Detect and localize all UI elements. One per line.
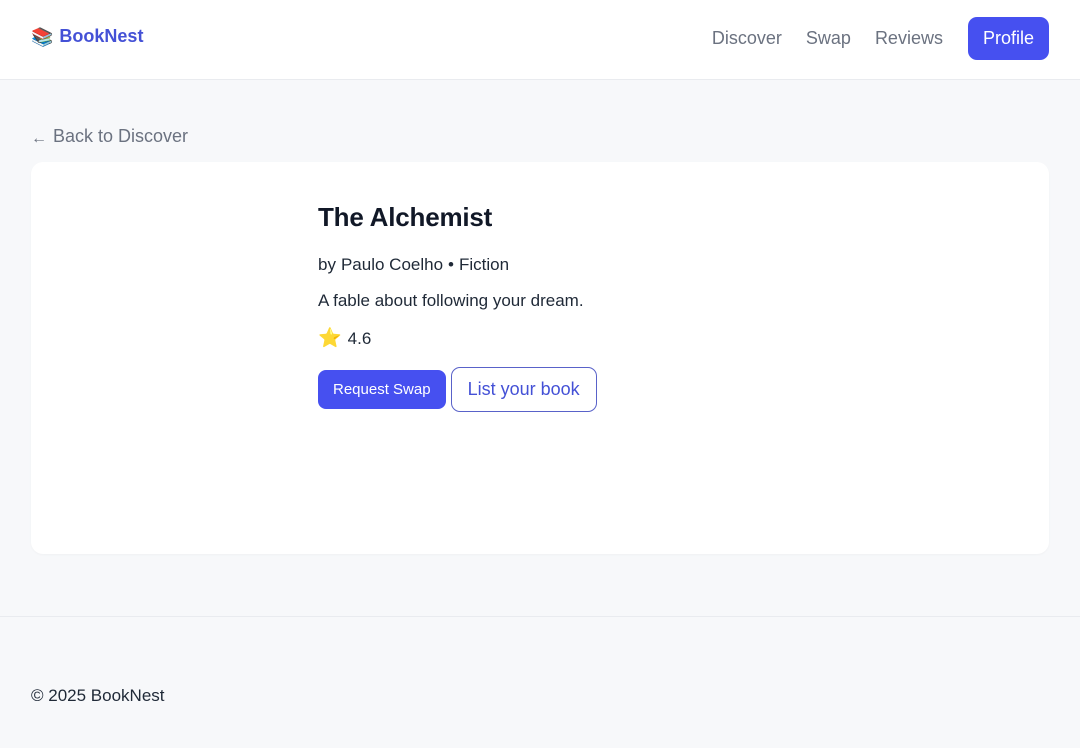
footer-copyright: © 2025 BookNest <box>31 686 165 705</box>
nav-swap-link[interactable]: Swap <box>806 28 851 49</box>
book-details: The Alchemist by Paulo Coelho • Fiction … <box>318 202 597 412</box>
star-icon: ⭐ <box>318 328 342 349</box>
book-title: The Alchemist <box>318 202 493 232</box>
request-swap-button[interactable]: Request Swap <box>318 370 446 409</box>
book-genre: Fiction <box>459 255 510 274</box>
left-arrow-icon: ← <box>31 129 47 147</box>
book-rating: ⭐ 4.6 <box>318 329 597 349</box>
site-footer: © 2025 BookNest <box>0 616 1080 748</box>
book-description: A fable about following your dream. <box>318 291 584 310</box>
brand-logo[interactable]: 📚 BookNest <box>31 26 143 47</box>
book-detail-card: The Alchemist by Paulo Coelho • Fiction … <box>31 162 1049 554</box>
books-icon: 📚 <box>31 26 54 47</box>
by-prefix: by <box>318 255 336 274</box>
book-cover-placeholder <box>47 178 301 538</box>
book-meta: by Paulo Coelho • Fiction <box>318 255 597 275</box>
meta-separator: • <box>448 255 454 274</box>
brand-name: BookNest <box>59 26 144 46</box>
back-link-label: Back to Discover <box>53 126 189 146</box>
nav-reviews-link[interactable]: Reviews <box>875 28 943 49</box>
top-navbar: 📚 BookNest Discover Swap Reviews Profile <box>0 0 1080 80</box>
book-author: Paulo Coelho <box>340 255 444 274</box>
nav-discover-link[interactable]: Discover <box>712 28 782 49</box>
profile-button[interactable]: Profile <box>967 17 1049 60</box>
back-to-discover-link[interactable]: ← Back to Discover <box>31 126 188 147</box>
list-your-book-button[interactable]: List your book <box>450 367 597 412</box>
rating-value: 4.6 <box>347 329 372 348</box>
main-nav: Discover Swap Reviews Profile <box>712 17 1049 60</box>
book-actions: Request Swap List your book <box>318 367 597 412</box>
